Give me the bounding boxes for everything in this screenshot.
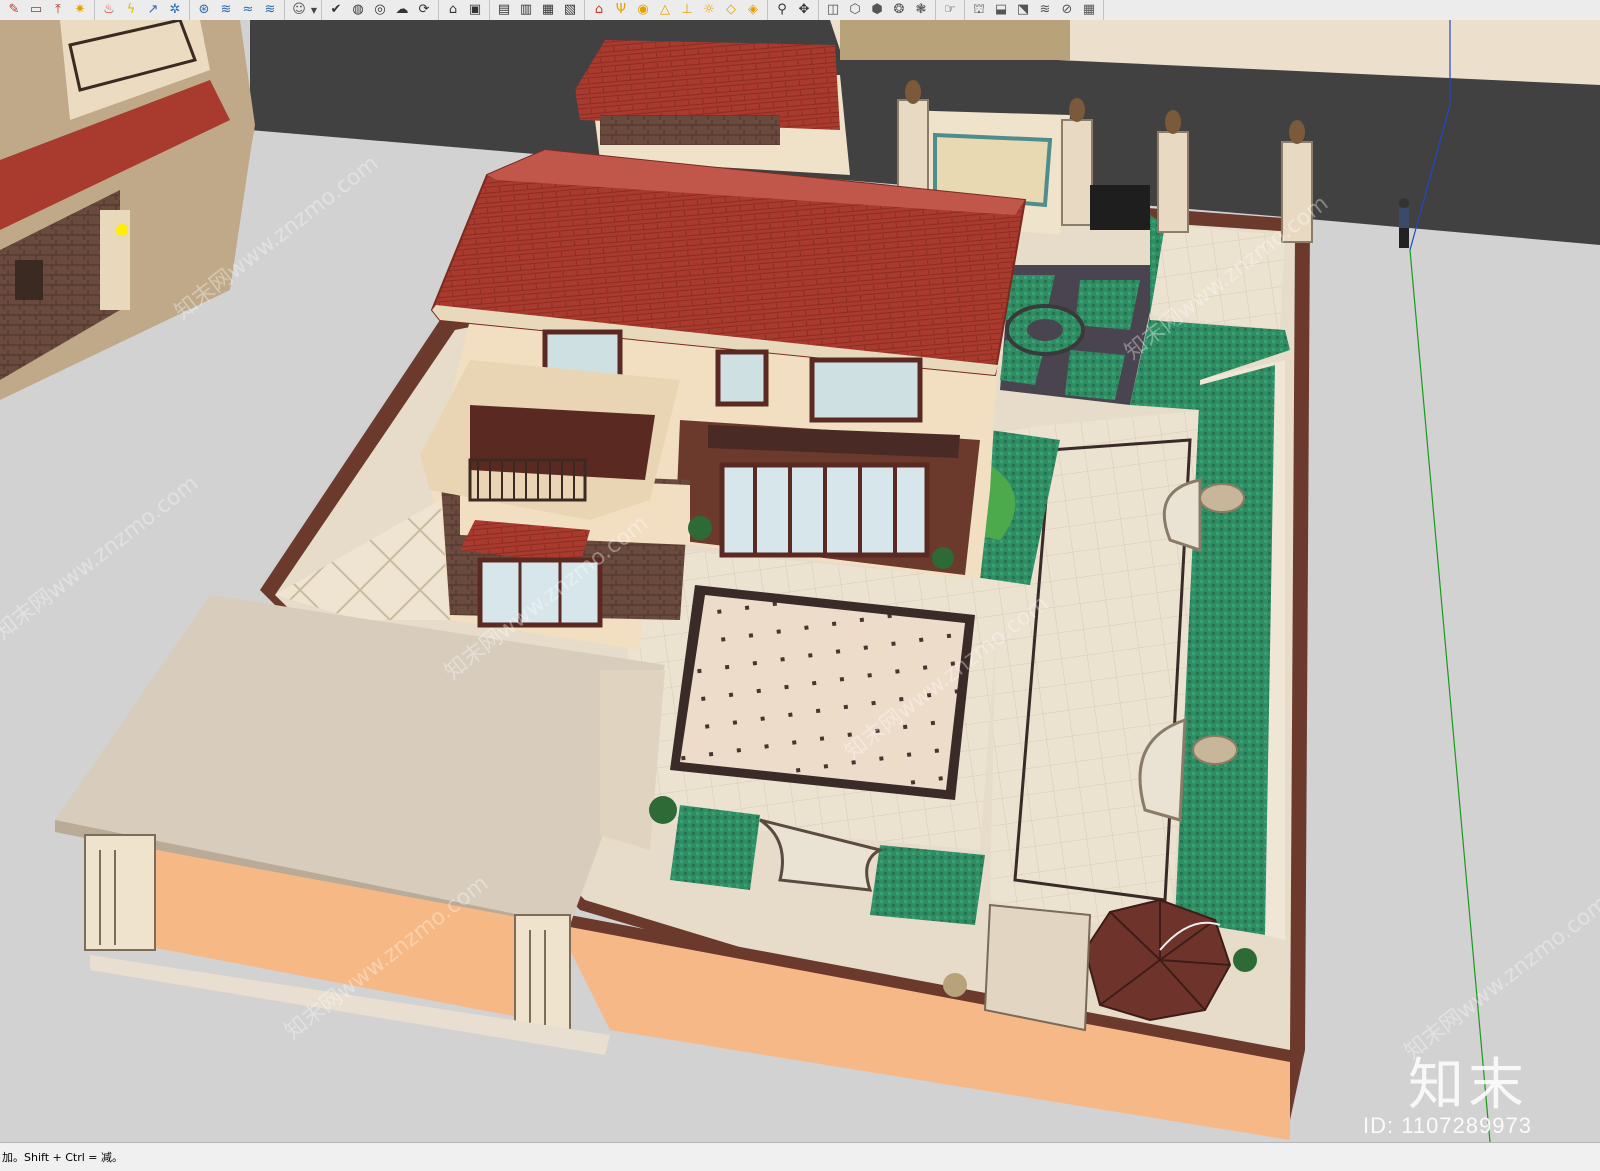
- view-right-icon[interactable]: ▧: [559, 1, 581, 19]
- view-fog-icon[interactable]: ≋: [1034, 1, 1056, 19]
- far-building: [840, 20, 1070, 60]
- view-back-icon[interactable]: ▥: [515, 1, 537, 19]
- wireframe-icon[interactable]: ⬡: [844, 1, 866, 19]
- rear-building: [575, 40, 850, 175]
- section-plane-icon[interactable]: ⌂: [442, 1, 464, 19]
- view-iso-icon[interactable]: ⛫: [968, 1, 990, 19]
- protractor-icon[interactable]: ◉: [632, 1, 654, 19]
- subtract-icon[interactable]: ⟳: [413, 1, 435, 19]
- model-scene[interactable]: [0, 20, 1600, 1142]
- shaded-icon[interactable]: ❂: [888, 1, 910, 19]
- view-top-icon[interactable]: ⬓: [990, 1, 1012, 19]
- pencil-icon[interactable]: ✎: [3, 1, 25, 19]
- rectangle-icon[interactable]: ▭: [25, 1, 47, 19]
- axes-icon[interactable]: ⊥: [676, 1, 698, 19]
- shaded-textures-icon[interactable]: ❃: [910, 1, 932, 19]
- pushpull-icon[interactable]: ⤒: [47, 1, 69, 19]
- toolbar-group-camera: ⚲ ✥: [768, 0, 819, 20]
- planter-urn-2: [1192, 735, 1238, 765]
- toolbar-group-modify: ♨ ϟ ↗ ✲: [95, 0, 190, 20]
- pan-icon[interactable]: ✥: [793, 1, 815, 19]
- toolbar-group-views-iso: ⛫ ⬓ ⬔ ≋ ⊘ ▦: [965, 0, 1104, 20]
- toolbar: ✎ ▭ ⤒ ✷ ♨ ϟ ↗ ✲ ⊛ ≋ ≈ ≋ ☺ ▼ ✔ ◍ ◎ ☁ ⟳ ⌂ ▣ ▤ ▥ ▦ ▧ ⌂ Ψ ◉ △ ⊥ ☼ ◇ ◈ ⚲ ✥ ◫ ⬡ ⬢ ❂ ❃…: [0, 0, 1600, 21]
- chevron-down-icon[interactable]: ▼: [310, 6, 318, 15]
- section-display-icon[interactable]: ▣: [464, 1, 486, 19]
- tape-measure-icon[interactable]: Ψ: [610, 1, 632, 19]
- triangle-icon[interactable]: △: [654, 1, 676, 19]
- scale-figure: [1399, 198, 1409, 248]
- sandbox-contour-icon[interactable]: ⊛: [193, 1, 215, 19]
- toolbar-group-styles: ◫ ⬡ ⬢ ❂ ❃: [819, 0, 936, 20]
- toolbar-group-user: ☺ ▼: [285, 0, 322, 20]
- sun-icon[interactable]: ☼: [698, 1, 720, 19]
- toolbar-group-views: ▤ ▥ ▦ ▧: [490, 0, 585, 20]
- follow-me-icon[interactable]: ↗: [142, 1, 164, 19]
- union-icon[interactable]: ☁: [391, 1, 413, 19]
- orbit-icon[interactable]: ⚲: [771, 1, 793, 19]
- check-icon[interactable]: ✔: [325, 1, 347, 19]
- view-grid-icon[interactable]: ▦: [1078, 1, 1100, 19]
- sandbox-smoove-icon[interactable]: ≈: [237, 1, 259, 19]
- lightning-icon[interactable]: ϟ: [120, 1, 142, 19]
- toolbar-group-draw: ✎ ▭ ⤒ ✷: [0, 0, 95, 20]
- status-bar: 加。Shift + Ctrl = 减。: [0, 1142, 1600, 1171]
- view-left-icon[interactable]: ▦: [537, 1, 559, 19]
- paint-bucket-icon[interactable]: ♨: [98, 1, 120, 19]
- view-cube-icon[interactable]: ⬔: [1012, 1, 1034, 19]
- sandbox-drape-icon[interactable]: ≋: [259, 1, 281, 19]
- lower-bed-left: [670, 805, 760, 890]
- viewport-3d[interactable]: 知末网www.znzmo.com 知末网www.znzmo.com 知末网www…: [0, 20, 1600, 1142]
- intersect-icon[interactable]: ◎: [369, 1, 391, 19]
- star-icon[interactable]: ✲: [164, 1, 186, 19]
- view-front-icon[interactable]: ▤: [493, 1, 515, 19]
- watermark-logo: 知末: [1408, 1053, 1528, 1118]
- house-icon[interactable]: ⌂: [588, 1, 610, 19]
- toolbar-group-walk: ☞: [936, 0, 965, 20]
- xray-icon[interactable]: ◫: [822, 1, 844, 19]
- view-edge-icon[interactable]: ⊘: [1056, 1, 1078, 19]
- component-icon[interactable]: ◈: [742, 1, 764, 19]
- flame-icon[interactable]: ✷: [69, 1, 91, 19]
- toolbar-group-tools: ⌂ Ψ ◉ △ ⊥ ☼ ◇ ◈: [585, 0, 768, 20]
- toolbar-group-sandbox: ⊛ ≋ ≈ ≋: [190, 0, 285, 20]
- user-icon[interactable]: ☺: [288, 1, 310, 19]
- planter-urn-1: [1199, 483, 1245, 513]
- outer-shell-icon[interactable]: ◍: [347, 1, 369, 19]
- sandbox-scratch-icon[interactable]: ≋: [215, 1, 237, 19]
- watermark-id: ID: 1107289973: [1363, 1113, 1532, 1138]
- toolbar-group-section: ⌂ ▣: [439, 0, 490, 20]
- toolbar-group-solid: ✔ ◍ ◎ ☁ ⟳: [322, 0, 439, 20]
- dimension-icon[interactable]: ◇: [720, 1, 742, 19]
- lower-bed-right: [870, 845, 985, 925]
- status-hint-text: 加。Shift + Ctrl = 减。: [2, 1151, 123, 1164]
- walk-hand-icon[interactable]: ☞: [939, 1, 961, 19]
- hidden-line-icon[interactable]: ⬢: [866, 1, 888, 19]
